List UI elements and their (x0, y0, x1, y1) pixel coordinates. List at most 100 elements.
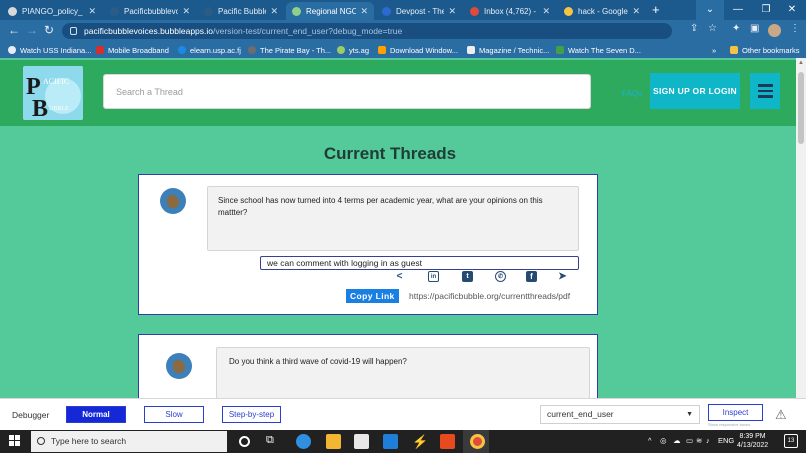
new-tab-icon[interactable]: + (652, 2, 660, 17)
share-icon[interactable]: ⇪ (690, 23, 698, 34)
inspect-hint[interactable]: Show responsive boxes (708, 422, 750, 427)
taskbar-search-box[interactable]: Type here to search (31, 431, 227, 452)
tab-favicon-icon (564, 6, 573, 16)
close-tab-icon[interactable]: ✕ (360, 6, 368, 17)
close-tab-icon[interactable]: ✕ (448, 6, 456, 17)
scrollbar-thumb[interactable] (798, 72, 804, 144)
tab-title: Inbox (4,762) - n (484, 6, 539, 16)
browser-tab[interactable]: Pacificbubblevoi ✕ (104, 2, 196, 20)
close-tab-icon[interactable]: ✕ (632, 6, 640, 17)
app-icon[interactable]: ⚡ (412, 434, 428, 449)
minimize-icon[interactable]: — (724, 0, 752, 20)
notification-center-icon[interactable]: 13 (784, 434, 798, 448)
page-scrollbar[interactable]: ▲ (796, 58, 806, 398)
normal-mode-button[interactable]: Normal (66, 406, 126, 423)
side-panel-icon[interactable]: ▣ (750, 23, 759, 34)
user-select-dropdown[interactable]: current_end_user ▼ (540, 405, 700, 424)
copy-link-button[interactable]: Copy Link (346, 289, 399, 303)
chrome-icon[interactable] (470, 434, 485, 449)
comment-input[interactable]: we can comment with logging in as guest (260, 256, 579, 270)
thread-search-input[interactable] (104, 75, 590, 108)
battery-icon[interactable]: ▭ (686, 436, 693, 445)
close-tab-icon[interactable]: ✕ (542, 6, 550, 17)
svg-text:B: B (32, 96, 48, 120)
mail-icon[interactable] (383, 434, 398, 449)
windows-start-icon[interactable] (9, 435, 21, 447)
twitter-icon[interactable]: t (462, 271, 473, 282)
cortana-icon[interactable] (239, 436, 250, 447)
tab-search-icon[interactable]: ⌄ (696, 0, 724, 20)
browser-tab[interactable]: PIANGO_policy_ ✕ (2, 2, 102, 20)
more-bookmarks-icon[interactable]: » (712, 44, 716, 56)
pacific-bubble-logo[interactable]: P B ACIFIC UBBLE (23, 66, 83, 120)
step-by-step-button[interactable]: Step-by-step (222, 406, 281, 423)
bookmark-item[interactable]: Watch The Seven D... (556, 44, 641, 56)
store-icon[interactable] (354, 434, 369, 449)
close-window-icon[interactable]: ✕ (778, 0, 806, 20)
edge-icon[interactable] (296, 434, 311, 449)
language-indicator[interactable]: ENG (718, 436, 734, 445)
bookmark-favicon-icon (96, 46, 104, 54)
office-icon[interactable] (440, 434, 455, 449)
close-tab-icon[interactable]: ✕ (182, 6, 190, 17)
restore-icon[interactable]: ❐ (752, 0, 780, 20)
bookmark-item[interactable]: elearn.usp.ac.fj (178, 44, 241, 56)
bookmark-item[interactable]: The Pirate Bay - Th... (248, 44, 331, 56)
task-view-icon[interactable]: ⧉ (266, 434, 281, 449)
signup-login-button[interactable]: SIGN UP OR LOGIN (650, 73, 740, 109)
faqs-link[interactable]: FAQs (622, 89, 642, 98)
hamburger-menu-button[interactable] (750, 73, 780, 109)
browser-tab[interactable]: Inbox (4,762) - n ✕ (464, 2, 556, 20)
browser-tab[interactable]: hack - Google D ✕ (558, 2, 646, 20)
bookmark-item[interactable]: Download Window... (378, 44, 458, 56)
reload-icon[interactable]: ↻ (44, 23, 54, 37)
bookmark-label: Watch USS Indiana... (20, 45, 92, 55)
share-url[interactable]: https://pacificbubble.org/currentthreads… (409, 291, 570, 301)
back-icon[interactable]: ← (8, 23, 20, 37)
chrome-menu-icon[interactable]: ⋮ (790, 23, 800, 34)
bookmark-item[interactable]: Mobile Broadband (96, 44, 169, 56)
volume-icon[interactable]: ♪ (706, 436, 710, 445)
tab-favicon-icon (110, 6, 119, 16)
browser-tab[interactable]: Pacific Bubble ✕ (198, 2, 284, 20)
bookmark-item[interactable]: Watch USS Indiana... (8, 44, 91, 56)
forward-icon[interactable]: → (26, 23, 38, 37)
debugger-bar: Debugger Normal Slow Step-by-step curren… (0, 398, 806, 430)
tray-user-icon[interactable]: ◎ (660, 436, 667, 445)
extensions-icon[interactable]: ✦ (732, 23, 740, 34)
address-bar[interactable]: pacificbubblevoices.bubbleapps.io/versio… (62, 23, 672, 39)
whatsapp-icon[interactable]: ✆ (495, 271, 506, 282)
clock[interactable]: 8:39 PM 4/13/2022 (737, 432, 768, 450)
warning-icon[interactable]: ⚠ (775, 407, 787, 423)
cloud-icon[interactable]: ☁ (673, 436, 681, 445)
browser-toolbar: ← → ↻ pacificbubblevoices.bubbleapps.io/… (0, 20, 806, 42)
wifi-icon[interactable]: ≋ (696, 436, 702, 445)
linkedin-icon[interactable]: in (428, 271, 439, 282)
thread-search-field[interactable] (103, 74, 591, 109)
thread-card: Do you think a third wave of covid-19 wi… (138, 334, 598, 398)
inspect-button[interactable]: Inspect (708, 404, 763, 421)
telegram-icon[interactable]: ➤ (557, 271, 568, 282)
facebook-icon[interactable]: f (526, 271, 537, 282)
tab-title: Regional NGO's (306, 6, 357, 16)
profile-avatar[interactable] (768, 24, 781, 37)
bookmark-label: Magazine / Technic... (479, 45, 550, 55)
browser-tab-active[interactable]: Regional NGO's ✕ (286, 2, 374, 20)
scroll-up-icon[interactable]: ▲ (798, 60, 804, 66)
file-explorer-icon[interactable] (326, 434, 341, 449)
svg-text:UBBLE: UBBLE (49, 106, 69, 112)
close-tab-icon[interactable]: ✕ (88, 6, 96, 17)
tray-chevron-icon[interactable]: ^ (648, 436, 652, 445)
share-icon[interactable]: < (394, 271, 405, 282)
menu-bar-icon (757, 95, 773, 98)
bookmark-item[interactable]: yts.ag (337, 44, 369, 56)
menu-bar-icon (757, 89, 773, 93)
browser-tab[interactable]: Devpost - The h ✕ (376, 2, 462, 20)
bookmark-item[interactable]: Magazine / Technic... (467, 44, 549, 56)
other-bookmarks[interactable]: Other bookmarks (730, 44, 800, 56)
bookmark-star-icon[interactable]: ☆ (708, 23, 717, 34)
slow-mode-button[interactable]: Slow (144, 406, 204, 423)
close-tab-icon[interactable]: ✕ (270, 6, 278, 17)
user-avatar (160, 188, 186, 214)
other-bookmarks-label: Other bookmarks (742, 45, 800, 55)
